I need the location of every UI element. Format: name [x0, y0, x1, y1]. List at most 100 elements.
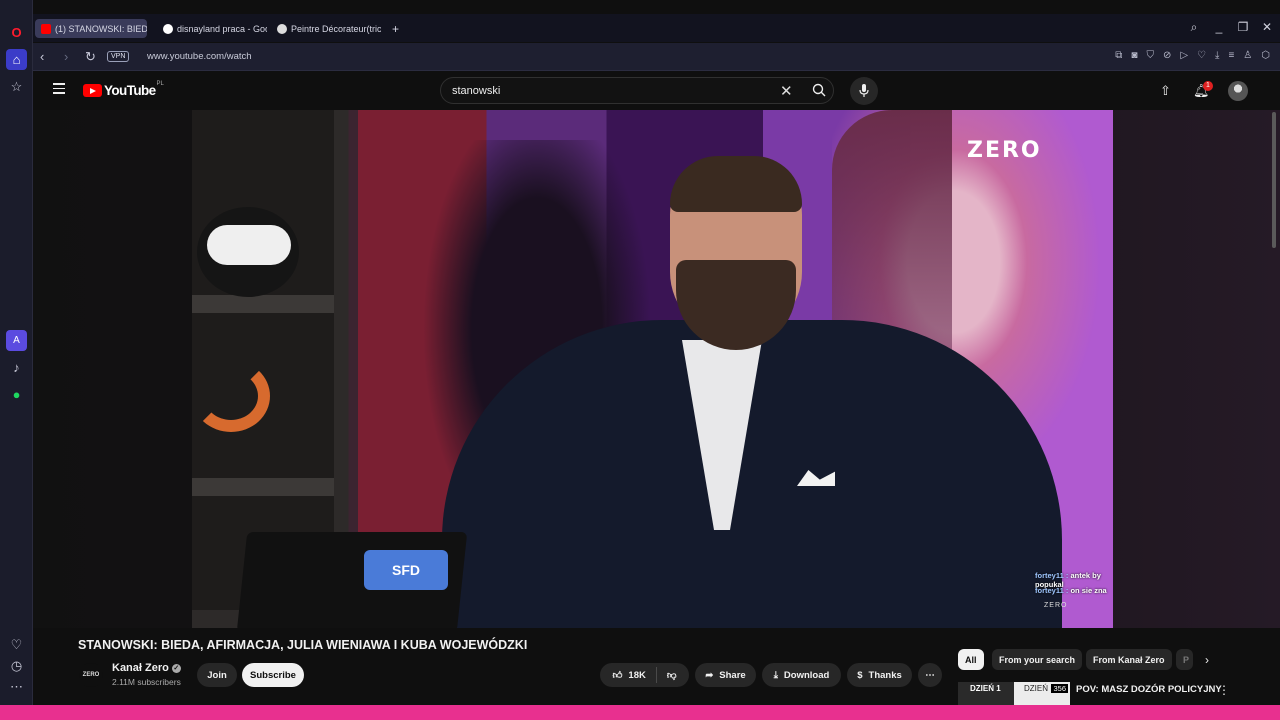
thanks-icon: $	[857, 669, 863, 681]
subscriber-count: 2.11M subscribers	[112, 677, 181, 687]
shield-icon[interactable]: ⛉	[1146, 50, 1154, 61]
download-label: Download	[783, 669, 830, 681]
chip-all[interactable]: All	[958, 649, 984, 670]
more-icon[interactable]: ⋯	[6, 676, 27, 697]
heart-icon[interactable]: ♡	[6, 634, 27, 655]
address-bar: ‹ › ↻ VPN www.youtube.com/watch ⧉ ◙ ⛉ ⊘ …	[33, 43, 1280, 71]
tiktok-icon[interactable]: ♪	[6, 357, 27, 378]
channel-name[interactable]: Kanał Zero ✓	[112, 662, 181, 674]
chip-from-search[interactable]: From your search	[992, 649, 1083, 670]
tab-search-icon[interactable]: ⌕	[1186, 20, 1202, 35]
chat-user: fortey11 :	[1035, 571, 1069, 580]
menu-icon[interactable]: ≡	[1228, 50, 1234, 61]
tab-google[interactable]: disnayland praca - Google	[157, 19, 267, 38]
download-icon: ⤓	[773, 669, 778, 681]
home-icon[interactable]: ⌂	[6, 49, 27, 70]
chip-next-icon[interactable]: ›	[1205, 653, 1209, 667]
related-video-thumbnail[interactable]: DZIEŃ 1 DZIEŃ 356	[958, 682, 1070, 705]
microphone-icon	[859, 84, 869, 97]
tab-label: (1) STANOWSKI: BIEDA	[55, 23, 147, 34]
chat-user: fortey11 :	[1035, 586, 1069, 595]
extension-icons: ⧉ ◙ ⛉ ⊘ ▷ ♡ ⤓ ≡ ♙ ⬡	[1115, 50, 1270, 61]
thanks-button[interactable]: $ Thanks	[847, 663, 912, 687]
youtube-header: YouTube PL stanowski ✕ ⇧ 🔔︎ 1	[33, 72, 1280, 110]
tab-peintre[interactable]: Peintre Décorateur(trice) -	[271, 19, 381, 38]
back-icon[interactable]: ‹	[40, 49, 44, 64]
thumbnail-text-left: DZIEŃ 1	[970, 684, 1001, 693]
restore-button[interactable]: ❐	[1235, 20, 1251, 34]
youtube-favicon-icon	[41, 23, 51, 34]
profile-icon[interactable]: ♙	[1243, 50, 1252, 61]
video-title: STANOWSKI: BIEDA, AFIRMACJA, JULIA WIENI…	[78, 638, 528, 652]
page-scrollbar[interactable]	[1272, 112, 1276, 248]
ninja-ball-decoration	[197, 207, 299, 297]
google-favicon-icon	[163, 23, 173, 34]
download-icon[interactable]: ⤓	[1215, 50, 1219, 61]
clear-search-icon[interactable]: ✕	[780, 82, 793, 100]
avatar[interactable]	[1228, 81, 1248, 101]
download-button[interactable]: ⤓ Download	[762, 663, 841, 687]
search-icon[interactable]	[812, 83, 826, 97]
shelf-board	[192, 295, 334, 313]
vpn-badge[interactable]: VPN	[107, 51, 130, 62]
join-button[interactable]: Join	[197, 663, 237, 687]
more-actions-button[interactable]: ⋯	[918, 663, 942, 687]
zero-overlay-logo: ZERO	[967, 138, 1042, 163]
youtube-logo[interactable]: YouTube PL	[83, 80, 164, 98]
orange-logo-decoration	[192, 360, 270, 432]
notification-badge: 1	[1203, 81, 1213, 91]
share-button[interactable]: ➦ Share	[695, 663, 756, 687]
share-icon: ➦	[705, 669, 714, 681]
opera-sidebar: O ⌂ ☆ A ♪ ● ♡ ◷ ⋯	[0, 0, 33, 705]
thumbnail-text-right: DZIEŃ	[1024, 684, 1048, 693]
related-video-title[interactable]: POV: MASZ DOZÓR POLICYJNY	[1076, 684, 1222, 695]
chat-message: on sie zna	[1070, 586, 1107, 595]
chip-partial[interactable]: P	[1176, 649, 1193, 670]
like-icon[interactable]: 👍︎	[612, 669, 622, 681]
spotify-icon[interactable]: ●	[6, 384, 27, 405]
opera-logo-icon[interactable]: O	[6, 22, 27, 43]
reload-icon[interactable]: ↻	[85, 49, 96, 65]
chip-from-channel[interactable]: From Kanał Zero	[1086, 649, 1172, 670]
taskbar-strip	[0, 705, 1280, 720]
video-player[interactable]: ZERO SFD fortey11 : antek by popukal for…	[192, 110, 1113, 628]
screen: O ⌂ ☆ A ♪ ● ♡ ◷ ⋯ (1) STANOWSKI: BIEDA d…	[0, 0, 1280, 720]
star-icon[interactable]: ☆	[6, 76, 27, 97]
like-dislike-group: 👍︎ 18K 👎︎	[600, 663, 689, 687]
forward-icon[interactable]: ›	[64, 49, 68, 64]
tab-strip: (1) STANOWSKI: BIEDA disnayland praca - …	[33, 14, 1280, 42]
upload-icon[interactable]: ⇧	[1160, 83, 1171, 99]
channel-avatar[interactable]: ZERO	[79, 663, 103, 687]
dislike-icon[interactable]: 👎︎	[667, 669, 677, 681]
search-box[interactable]: stanowski ✕	[440, 77, 834, 104]
adblock-icon[interactable]: ⊘	[1163, 50, 1171, 61]
shelf-board	[192, 478, 334, 496]
camera-icon[interactable]: ◙	[1131, 50, 1137, 61]
tab-label: disnayland praca - Google	[177, 23, 267, 34]
country-code: PL	[156, 80, 164, 87]
search-input[interactable]: stanowski	[452, 85, 500, 97]
favorites-icon[interactable]: ♡	[1197, 50, 1206, 61]
share-page-icon[interactable]: ⧉	[1115, 50, 1122, 61]
aria-icon[interactable]: A	[6, 330, 27, 351]
player-icon[interactable]: ▷	[1180, 50, 1188, 61]
new-tab-button[interactable]: +	[389, 19, 405, 38]
verified-check-icon: ✓	[171, 664, 181, 673]
history-icon[interactable]: ◷	[6, 655, 27, 676]
youtube-play-icon	[83, 84, 102, 97]
minimize-button[interactable]: _	[1211, 20, 1227, 34]
video-duration: 356	[1051, 684, 1068, 693]
laptop-sticker: SFD	[364, 550, 448, 590]
host-hair	[670, 156, 802, 212]
extensions-icon[interactable]: ⬡	[1261, 50, 1270, 61]
hamburger-menu-icon[interactable]	[53, 83, 65, 95]
voice-search-button[interactable]	[850, 77, 878, 105]
channel-name-text: Kanał Zero	[112, 662, 169, 674]
thanks-label: Thanks	[868, 669, 902, 681]
close-window-button[interactable]: ✕	[1259, 20, 1275, 34]
tab-youtube[interactable]: (1) STANOWSKI: BIEDA	[35, 19, 147, 38]
url-field[interactable]: www.youtube.com/watch	[147, 51, 252, 62]
subscribe-button[interactable]: Subscribe	[242, 663, 304, 687]
like-count[interactable]: 18K	[628, 670, 645, 681]
related-more-icon[interactable]: ⋮	[1218, 683, 1230, 697]
